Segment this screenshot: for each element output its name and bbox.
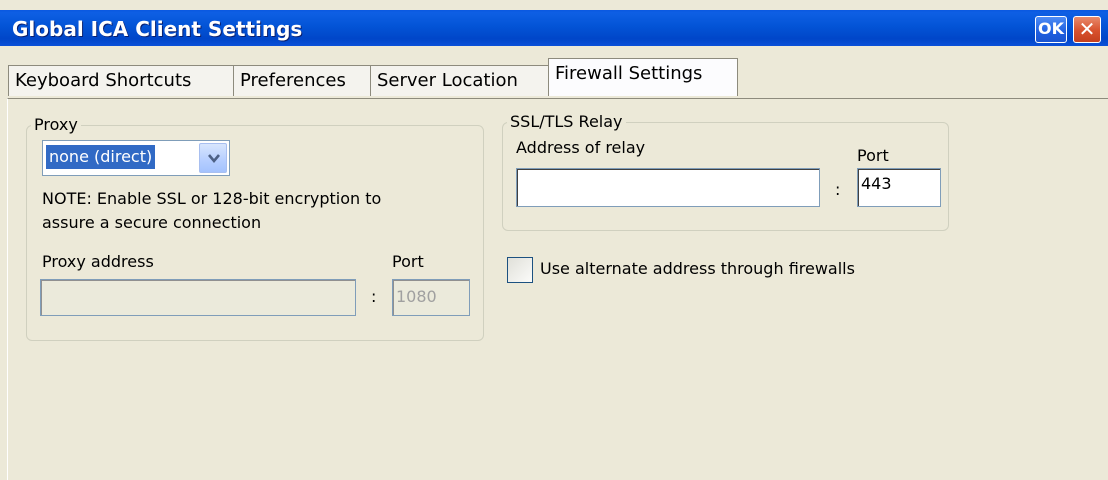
tab-keyboard-shortcuts[interactable]: Keyboard Shortcuts xyxy=(8,65,236,96)
alternate-address-label[interactable]: Use alternate address through firewalls xyxy=(540,259,855,278)
window-title: Global ICA Client Settings xyxy=(12,17,303,41)
proxy-address-input[interactable] xyxy=(40,279,356,316)
chevron-down-icon xyxy=(208,154,220,164)
alternate-address-checkbox[interactable] xyxy=(507,257,533,283)
proxy-port-input[interactable]: 1080 xyxy=(392,279,470,316)
proxy-address-label: Proxy address xyxy=(42,252,154,271)
relay-address-label: Address of relay xyxy=(516,138,646,157)
title-bar: Global ICA Client Settings OK ✕ xyxy=(0,10,1108,46)
proxy-note-line2: assure a secure connection xyxy=(42,213,262,232)
proxy-type-value: none (direct) xyxy=(44,144,157,170)
close-icon: ✕ xyxy=(1078,17,1096,41)
close-button[interactable]: ✕ xyxy=(1073,16,1101,43)
proxy-legend: Proxy xyxy=(31,115,81,134)
ssl-relay-legend: SSL/TLS Relay xyxy=(507,112,626,131)
relay-port-separator: : xyxy=(835,180,841,199)
proxy-port-separator: : xyxy=(371,287,377,306)
relay-port-label: Port xyxy=(857,146,889,165)
ok-button[interactable]: OK xyxy=(1035,16,1067,43)
tab-preferences[interactable]: Preferences xyxy=(233,65,373,96)
tab-firewall-settings[interactable]: Firewall Settings xyxy=(548,58,738,96)
relay-address-input[interactable] xyxy=(516,168,820,207)
proxy-note-line1: NOTE: Enable SSL or 128-bit encryption t… xyxy=(42,189,382,208)
proxy-port-label: Port xyxy=(392,252,424,271)
dropdown-button[interactable] xyxy=(199,143,227,173)
relay-port-input[interactable]: 443 xyxy=(857,168,941,207)
tab-server-location[interactable]: Server Location xyxy=(370,65,549,96)
proxy-type-select[interactable]: none (direct) xyxy=(42,140,230,176)
